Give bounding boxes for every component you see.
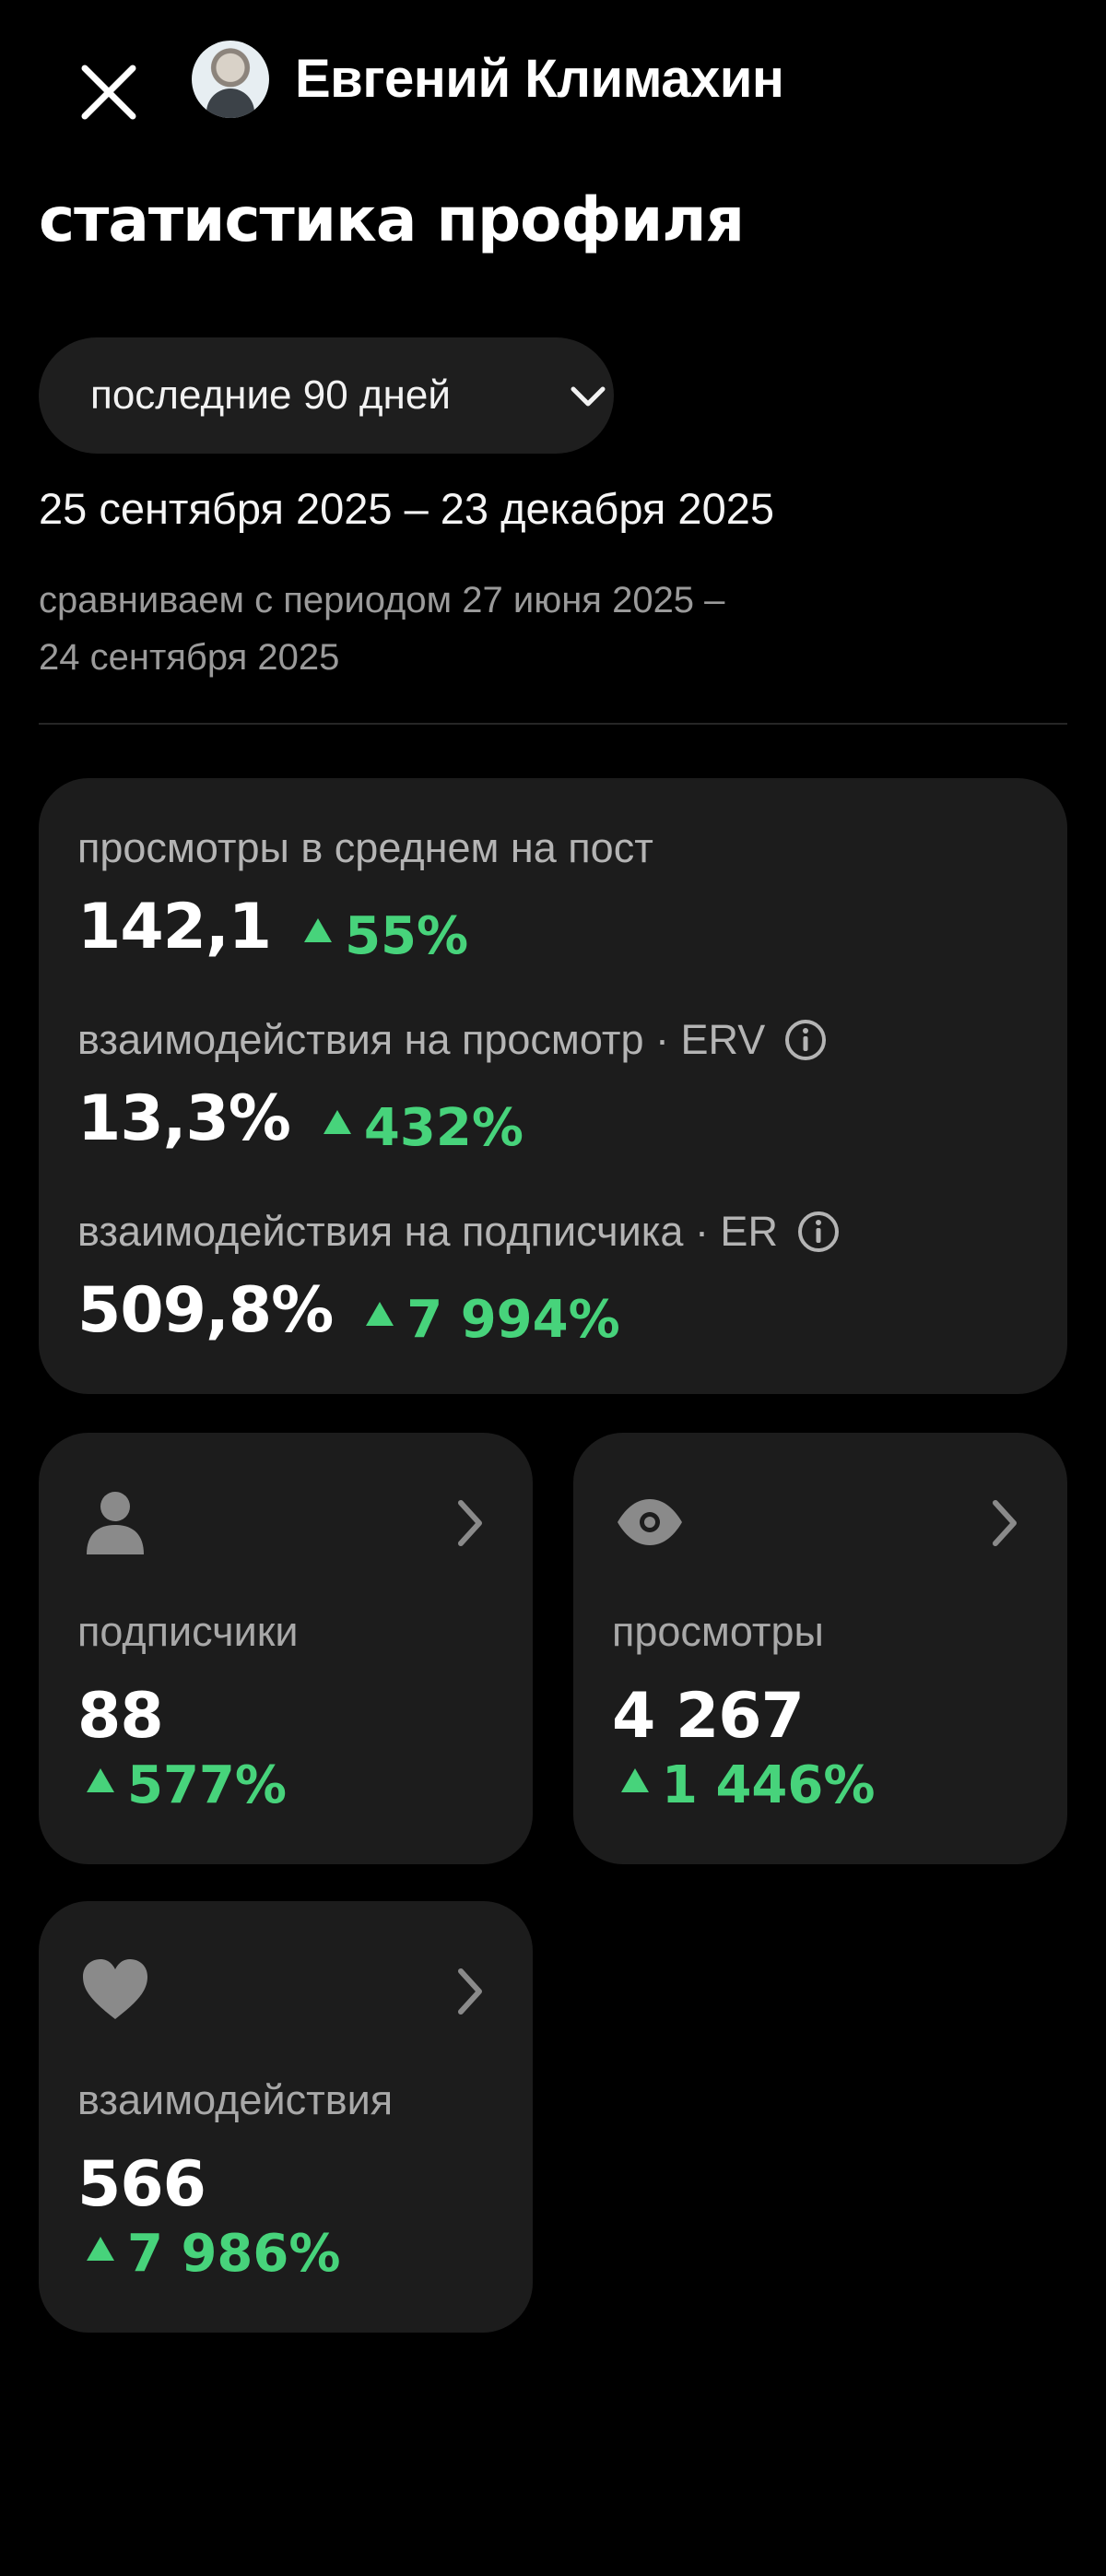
page-title: статистика профиля xyxy=(39,184,745,255)
compare-line-1: сравниваем с периодом 27 июня 2025 – xyxy=(39,580,725,620)
triangle-up-icon xyxy=(87,2236,114,2261)
metric-label: взаимодействия на подписчика · ER xyxy=(77,1208,1036,1256)
chevron-right-icon xyxy=(458,1500,482,1546)
summary-card: просмотры в среднем на пост 142,1 55% вз… xyxy=(39,778,1067,1394)
metric-value: 13,3% xyxy=(77,1082,291,1155)
divider xyxy=(39,723,1067,725)
metric-label-text: просмотры в среднем на пост xyxy=(77,824,653,871)
period-dropdown-label: последние 90 дней xyxy=(90,372,451,418)
profile-stats-screen: Евгений Климахин статистика профиля посл… xyxy=(0,0,1106,2576)
date-range: 25 сентября 2025 – 23 декабря 2025 xyxy=(39,484,774,533)
triangle-up-icon xyxy=(323,1110,351,1134)
heart-icon xyxy=(83,1959,147,2019)
profile-name[interactable]: Евгений Климахин xyxy=(295,48,784,110)
metric-label: взаимодействия на просмотр · ERV xyxy=(77,1016,1036,1064)
metric-label: просмотры в среднем на пост xyxy=(77,824,1036,872)
delta-badge: 432% xyxy=(323,1097,524,1158)
views-card[interactable]: просмотры 4 267 1 446% xyxy=(573,1433,1067,1864)
compare-period-text: сравниваем с периодом 27 июня 2025 – 24 … xyxy=(39,572,868,686)
info-icon[interactable] xyxy=(796,1210,841,1254)
card-label: просмотры xyxy=(612,1608,824,1655)
interactions-card[interactable]: взаимодействия 566 7 986% xyxy=(39,1901,533,2333)
avatar[interactable] xyxy=(192,41,269,118)
triangle-up-icon xyxy=(87,1767,114,1792)
metric-value: 142,1 xyxy=(77,891,272,963)
card-label: взаимодействия xyxy=(77,2076,394,2123)
period-dropdown[interactable]: последние 90 дней xyxy=(39,337,614,454)
delta-badge: 7 986% xyxy=(87,2224,340,2284)
triangle-up-icon xyxy=(621,1767,649,1792)
card-value: 4 267 xyxy=(612,1680,805,1753)
header: Евгений Климахин xyxy=(0,37,1106,120)
subscribers-card[interactable]: подписчики 88 577% xyxy=(39,1433,533,1864)
close-icon xyxy=(81,65,136,120)
person-icon xyxy=(87,1492,144,1554)
card-value: 88 xyxy=(77,1680,164,1753)
chevron-right-icon xyxy=(993,1500,1017,1546)
chevron-right-icon xyxy=(458,1968,482,2015)
metric-er: взаимодействия на подписчика · ER 509,8%… xyxy=(77,1208,1036,1350)
metric-erv: взаимодействия на просмотр · ERV 13,3% 4… xyxy=(77,1016,1036,1158)
close-button[interactable] xyxy=(72,55,146,129)
triangle-up-icon xyxy=(304,918,333,942)
delta-value: 577% xyxy=(127,1755,288,1815)
metric-avg-views: просмотры в среднем на пост 142,1 55% xyxy=(77,824,1036,966)
chevron-down-icon xyxy=(571,386,606,407)
delta-value: 7 994% xyxy=(406,1289,620,1350)
metric-row: 13,3% 432% xyxy=(77,1082,1036,1158)
delta-badge: 1 446% xyxy=(621,1755,875,1815)
card-delta: 1 446% xyxy=(621,1755,875,1815)
metric-label-text: взаимодействия на просмотр · ERV xyxy=(77,1016,766,1063)
delta-badge: 55% xyxy=(304,906,468,966)
delta-value: 1 446% xyxy=(662,1755,876,1815)
delta-badge: 7 994% xyxy=(366,1289,620,1350)
info-icon[interactable] xyxy=(783,1018,828,1062)
metric-row: 142,1 55% xyxy=(77,891,1036,966)
card-value: 566 xyxy=(77,2148,206,2221)
delta-value: 432% xyxy=(363,1097,524,1158)
card-label: подписчики xyxy=(77,1608,299,1655)
eye-icon xyxy=(618,1499,682,1545)
card-delta: 577% xyxy=(87,1755,287,1815)
metric-row: 509,8% 7 994% xyxy=(77,1274,1036,1350)
metric-value: 509,8% xyxy=(77,1274,334,1347)
triangle-up-icon xyxy=(366,1302,394,1326)
card-delta: 7 986% xyxy=(87,2224,340,2284)
metric-label-text: взаимодействия на подписчика · ER xyxy=(77,1208,778,1255)
delta-value: 7 986% xyxy=(127,2224,341,2284)
compare-line-2: 24 сентября 2025 xyxy=(39,637,340,678)
delta-value: 55% xyxy=(345,905,469,966)
delta-badge: 577% xyxy=(87,1755,287,1815)
